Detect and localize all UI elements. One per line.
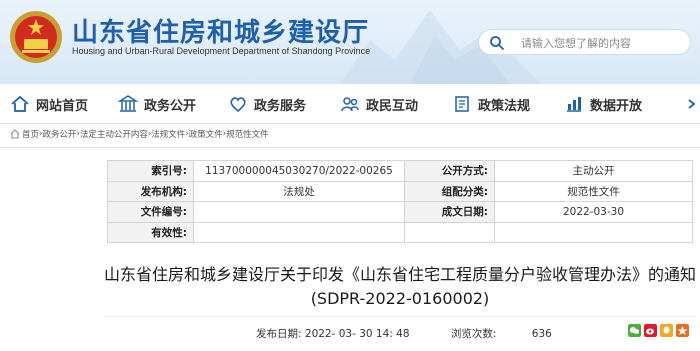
nav-item-label: 政务公开: [144, 98, 197, 114]
meta-value: 法规处: [193, 180, 405, 203]
meta-label: 发布机构:: [107, 180, 194, 203]
meta-value: [193, 221, 405, 244]
divider: [0, 147, 700, 148]
policy-book-icon: [455, 96, 469, 112]
meta-label: 文件编号:: [107, 201, 194, 223]
nav-item-label: 政务服务: [254, 98, 307, 114]
breadcrumb-link[interactable]: 政务公开: [42, 128, 76, 140]
meta-label: 索引号:: [107, 160, 194, 182]
breadcrumb-home-icon: [10, 129, 20, 139]
site-title[interactable]: 山东省住房和城乡建设厅: [72, 12, 369, 49]
home-icon: [11, 95, 29, 112]
site-subtitle: Housing and Urban-Rural Development Depa…: [72, 46, 371, 56]
government-building-icon: [118, 95, 138, 112]
nav-item-label: 数据开放: [590, 98, 643, 114]
meta-value: [193, 201, 405, 223]
meta-value: 2022-03-30: [494, 201, 693, 223]
divider: [104, 316, 696, 317]
site-header: 山东省住房和城乡建设厅 Housing and Urban-Rural Deve…: [0, 0, 700, 84]
nav-item-government-affairs[interactable]: 政务公开: [118, 84, 196, 124]
meta-label: 公开方式:: [404, 160, 495, 182]
publish-date-label: 发布日期:: [256, 328, 302, 340]
table-row: 索引号: 11370000004503027​0/2022-00265 公开方式…: [107, 160, 693, 182]
meta-label: 有效性:: [107, 221, 194, 244]
nav-item-label: 政民互动: [366, 98, 419, 114]
table-row: 发布机构: 法规处 组配分类: 规范性文件: [107, 180, 693, 203]
meta-value: [494, 221, 693, 244]
view-count-label: 浏览次数:: [450, 328, 497, 340]
chevron-more-icon[interactable]: [686, 96, 700, 112]
breadcrumb-link[interactable]: 政策文件: [189, 128, 223, 140]
meta-value: 11370000004503027​0/2022-00265: [193, 160, 405, 182]
nav-item-policy[interactable]: 政策法规: [452, 84, 530, 124]
people-interaction-icon: [341, 97, 359, 112]
search-box[interactable]: 请输入您想了解的内容: [478, 29, 691, 55]
breadcrumb-link[interactable]: 规范性文件: [226, 128, 269, 140]
breadcrumb-link-home[interactable]: 首页: [22, 128, 39, 140]
view-count-value: 636: [531, 328, 552, 340]
national-emblem-icon[interactable]: [8, 7, 64, 67]
nav-item-label: 网站首页: [36, 98, 89, 114]
breadcrumb: 首页 › 政务公开 › 法定主动公开内容 › 法规文件 › 政策文件 › 规范性…: [0, 126, 700, 142]
handshake-heart-icon: [230, 97, 246, 113]
main-nav: 网站首页 政务公开 政务服务 政民互动 政策法规 数据开放: [0, 84, 700, 124]
breadcrumb-link[interactable]: 法定主动公开内容: [80, 128, 148, 140]
document-meta-table: 索引号: 11370000004503027​0/2022-00265 公开方式…: [107, 160, 693, 244]
qq-share-icon[interactable]: [660, 324, 673, 337]
table-row: 有效性:: [107, 221, 693, 244]
nav-item-home[interactable]: 网站首页: [10, 84, 88, 124]
meta-label: 成文日期:: [404, 201, 495, 223]
nav-item-open-data[interactable]: 数据开放: [564, 84, 642, 124]
search-icon[interactable]: [489, 35, 505, 51]
meta-value: 主动公开: [494, 160, 693, 182]
meta-label: 组配分类:: [404, 180, 495, 203]
wechat-share-icon[interactable]: [628, 324, 641, 337]
weibo-share-icon[interactable]: [644, 324, 657, 337]
data-chart-icon: [567, 97, 581, 112]
document-info: 发布日期: 2022- 03- 30 14: 48 浏览次数: 636: [256, 326, 552, 341]
document-title: 山东省住房和城乡建设厅关于印发《山东省住宅工程质量分户验收管理办法》的通知(SD…: [104, 265, 697, 308]
table-row: 文件编号: 成文日期: 2022-03-30: [107, 201, 693, 223]
nav-item-interaction[interactable]: 政民互动: [340, 84, 418, 124]
qzone-share-icon[interactable]: [676, 324, 689, 337]
nav-item-government-service[interactable]: 政务服务: [228, 84, 306, 124]
meta-label: [404, 221, 495, 244]
meta-value: 规范性文件: [494, 180, 693, 203]
breadcrumb-link[interactable]: 法规文件: [151, 128, 185, 140]
publish-date-value: 2022- 03- 30 14: 48: [304, 328, 410, 340]
share-buttons: [628, 324, 689, 337]
search-input[interactable]: 请输入您想了解的内容: [521, 35, 631, 51]
nav-item-label: 政策法规: [478, 98, 531, 114]
